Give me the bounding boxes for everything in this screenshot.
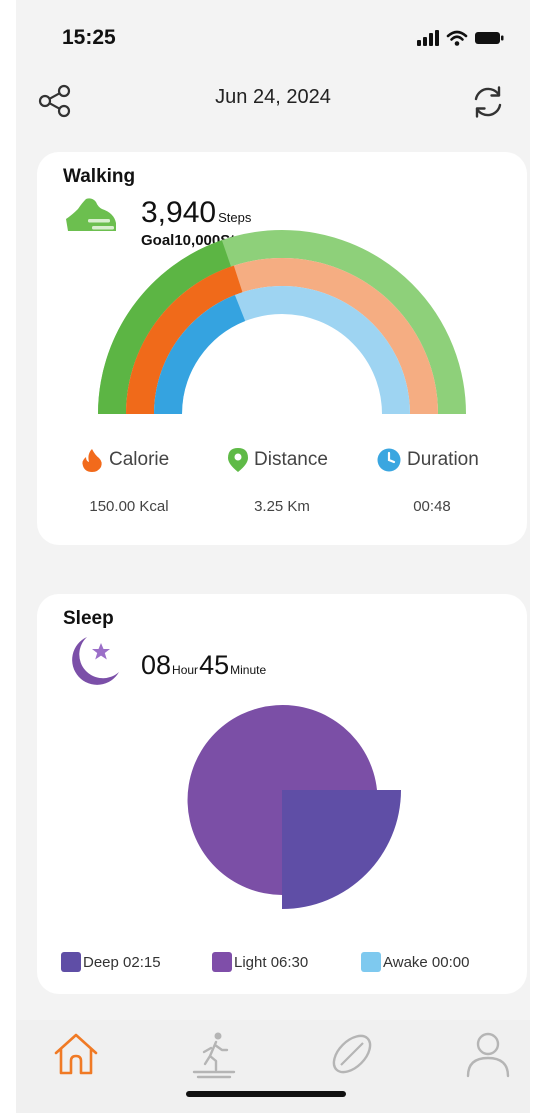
home-indicator <box>186 1091 346 1097</box>
home-icon[interactable] <box>50 1028 102 1080</box>
top-bar: Jun 24, 2024 <box>16 70 530 130</box>
duration-value: 00:48 <box>413 498 451 515</box>
tab-bar <box>16 1020 530 1113</box>
activity-rings <box>98 230 466 415</box>
walking-icon[interactable] <box>188 1028 240 1080</box>
location-pin-icon <box>228 448 248 472</box>
calorie-stat: Calorie <box>81 448 169 472</box>
date-label[interactable]: Jun 24, 2024 <box>16 86 530 109</box>
legend-deep-swatch <box>61 952 81 972</box>
walking-card[interactable]: Walking 3,940 Steps Goal10,000Steps Calo… <box>37 152 527 545</box>
profile-icon[interactable] <box>462 1028 514 1080</box>
legend-awake-label: Awake 00:00 <box>383 953 470 971</box>
duration-label: Duration <box>407 449 479 470</box>
flame-icon <box>82 449 102 472</box>
calorie-label: Calorie <box>109 449 170 470</box>
system-icons <box>416 30 504 46</box>
clock-icon <box>377 448 401 472</box>
legend-awake: Awake 00:00 <box>361 952 469 972</box>
sync-icon[interactable] <box>468 82 508 122</box>
sleep-pie-chart <box>187 705 401 909</box>
legend-deep-label: Deep 02:15 <box>83 953 161 971</box>
sport-icon[interactable] <box>326 1028 378 1080</box>
legend-deep: Deep 02:15 <box>61 952 161 972</box>
duration-stat: Duration <box>377 448 479 472</box>
battery-icon <box>475 32 504 44</box>
wifi-icon <box>446 30 468 46</box>
app-screen: 15:25 Jun 24, 2024 Walking 3,940 Steps G… <box>16 0 530 1113</box>
distance-label: Distance <box>254 449 328 470</box>
status-time: 15:25 <box>62 26 116 49</box>
legend-light: Light 06:30 <box>212 952 308 972</box>
distance-value: 3.25 Km <box>254 498 310 515</box>
deep-sleep-slice <box>282 790 401 909</box>
legend-awake-swatch <box>361 952 381 972</box>
status-bar: 15:25 <box>16 0 530 70</box>
legend-light-swatch <box>212 952 232 972</box>
legend-light-label: Light 06:30 <box>234 953 309 971</box>
signal-icon <box>417 30 439 46</box>
sleep-card[interactable]: Sleep 08 Hour 45 Minute Deep 02:15 Light… <box>37 594 527 994</box>
calorie-value: 150.00 Kcal <box>89 498 169 515</box>
distance-stat: Distance <box>228 448 328 472</box>
